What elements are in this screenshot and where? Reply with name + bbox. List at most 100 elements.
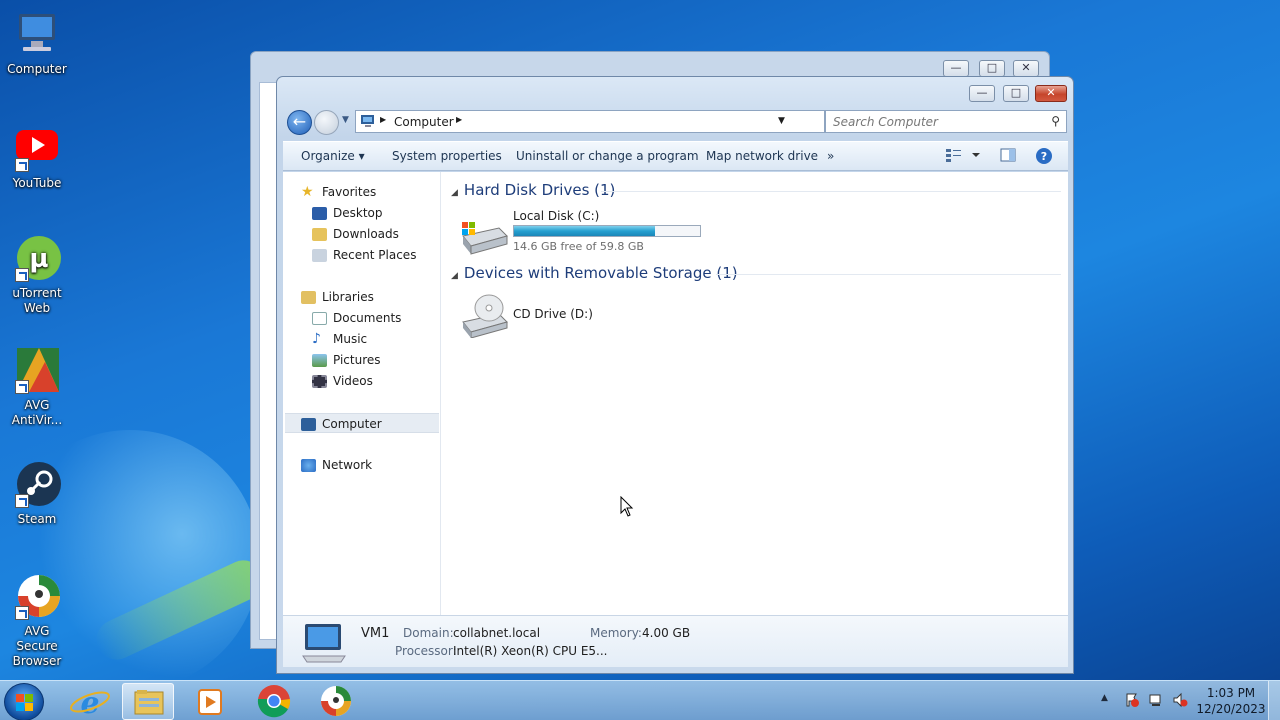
shortcut-arrow-icon	[15, 380, 29, 394]
avg-secure-browser-icon	[13, 572, 61, 620]
address-box[interactable]: ▶ Computer ▶ ▼ ⇆	[355, 110, 888, 133]
address-bar-row: ← ▼ ▶ Computer ▶ ▼ ⇆ Search Computer ⚲	[287, 109, 1067, 135]
organize-menu[interactable]: Organize ▾	[301, 149, 365, 163]
recent-places-icon	[312, 249, 327, 262]
show-desktop-button[interactable]	[1268, 681, 1280, 720]
uninstall-program-button[interactable]: Uninstall or change a program	[516, 149, 699, 163]
close-button[interactable]: ✕	[1035, 85, 1067, 102]
taskbar-internet-explorer[interactable]: e	[64, 683, 116, 720]
breadcrumb-chevron-icon[interactable]: ▶	[456, 115, 462, 124]
minimize-button[interactable]: —	[969, 85, 995, 102]
minimize-button[interactable]: —	[943, 60, 969, 77]
details-pane: VM1 Domain: collabnet.local Memory: 4.00…	[283, 615, 1068, 667]
preview-pane-button[interactable]	[1000, 148, 1016, 165]
folder-icon	[134, 690, 164, 715]
volume-muted-icon[interactable]	[1172, 692, 1188, 711]
drive-c-usage-bar	[513, 225, 701, 237]
nav-favorites[interactable]: ★ Favorites	[301, 182, 376, 202]
back-button[interactable]: ←	[287, 110, 312, 135]
nav-documents[interactable]: Documents	[312, 308, 401, 328]
system-clock[interactable]: 1:03 PM 12/20/2023	[1196, 685, 1266, 717]
navigation-pane: ★ Favorites Desktop Downloads Recent Plac…	[283, 172, 441, 615]
nav-computer[interactable]: Computer	[285, 413, 439, 433]
libraries-icon	[301, 291, 316, 304]
show-hidden-icons-button[interactable]: ▲	[1101, 693, 1108, 703]
arrow-left-icon: ←	[292, 112, 307, 131]
group-header-removable-storage[interactable]: ◢ Devices with Removable Storage (1)	[451, 264, 1061, 282]
group-header-hard-disk-drives[interactable]: ◢ Hard Disk Drives (1)	[451, 181, 1061, 199]
breadcrumb-computer[interactable]: Computer	[394, 115, 454, 129]
taskbar-avg-browser[interactable]	[310, 683, 362, 720]
start-button[interactable]	[4, 683, 44, 720]
forward-button[interactable]	[314, 110, 339, 135]
processor-label: Processor:	[395, 644, 457, 658]
nav-recent-places[interactable]: Recent Places	[312, 245, 416, 265]
nav-videos[interactable]: Videos	[312, 371, 373, 391]
explorer-window[interactable]: — □ ✕ ← ▼ ▶ Computer ▶ ▼ ⇆ Search Comput…	[276, 76, 1074, 674]
help-button[interactable]: ?	[1035, 147, 1053, 168]
view-options-icon	[946, 149, 980, 162]
memory-value: 4.00 GB	[642, 626, 691, 640]
desktop-icon	[312, 207, 327, 220]
search-icon[interactable]: ⚲	[1051, 114, 1060, 128]
hard-drive-windows-icon	[462, 222, 508, 255]
music-icon: ♪	[312, 331, 321, 347]
taskbar-windows-explorer[interactable]	[122, 683, 174, 720]
desktop-icon-label: Steam	[17, 512, 57, 526]
desktop-icon-label: AVG AntiVir...	[11, 398, 63, 427]
close-button[interactable]: ✕	[1013, 60, 1039, 77]
computer-large-icon	[302, 624, 346, 663]
taskbar-media-player[interactable]	[184, 683, 236, 720]
recent-pages-dropdown[interactable]: ▼	[342, 115, 349, 125]
star-icon: ★	[301, 184, 314, 200]
nav-libraries[interactable]: Libraries	[301, 287, 374, 307]
taskbar-chrome[interactable]	[248, 683, 300, 720]
drive-c[interactable]: Local Disk (C:) 14.6 GB free of 59.8 GB	[459, 208, 719, 258]
collapse-triangle-icon: ◢	[451, 188, 458, 198]
shortcut-arrow-icon	[15, 268, 29, 282]
shortcut-arrow-icon	[15, 158, 29, 172]
drive-d[interactable]: CD Drive (D:)	[459, 292, 659, 342]
svg-text:e: e	[80, 686, 99, 719]
map-network-drive-button[interactable]: Map network drive	[706, 149, 818, 163]
desktop-icon-avg-antivirus[interactable]: AVG AntiVir...	[2, 346, 72, 428]
content-area: ★ Favorites Desktop Downloads Recent Plac…	[283, 172, 1068, 615]
desktop-icon-avg-browser[interactable]: AVG Secure Browser	[2, 572, 72, 669]
nav-network[interactable]: Network	[301, 455, 372, 475]
desktop-icon-label: YouTube	[12, 176, 62, 190]
shortcut-arrow-icon	[15, 494, 29, 508]
nav-music[interactable]: ♪ Music	[312, 329, 367, 349]
desktop-icon-steam[interactable]: Steam	[2, 460, 72, 527]
desktop-icon-computer[interactable]: Computer	[2, 10, 72, 77]
address-dropdown-icon[interactable]: ▼	[778, 116, 785, 126]
computer-nav-icon	[301, 418, 316, 431]
group-divider	[601, 191, 1061, 192]
change-view-button[interactable]	[945, 147, 985, 166]
domain-label: Domain:	[403, 626, 454, 640]
action-center-icon[interactable]	[1124, 692, 1140, 711]
desktop-icon-label: Computer	[7, 62, 67, 76]
cd-drive-icon	[462, 294, 508, 338]
svg-text:µ: µ	[29, 244, 48, 274]
maximize-button[interactable]: □	[1003, 85, 1029, 102]
computer-small-icon	[360, 114, 376, 131]
search-input[interactable]: Search Computer ⚲	[825, 110, 1067, 133]
desktop-icon-youtube[interactable]: YouTube	[2, 124, 72, 191]
clock-time: 1:03 PM	[1206, 686, 1256, 700]
nav-pictures[interactable]: Pictures	[312, 350, 381, 370]
processor-value: Intel(R) Xeon(R) CPU E5...	[453, 644, 608, 658]
command-bar: Organize ▾ System properties Uninstall o…	[283, 141, 1068, 171]
nav-desktop[interactable]: Desktop	[312, 203, 383, 223]
maximize-button[interactable]: □	[979, 60, 1005, 77]
help-icon: ?	[1036, 148, 1052, 164]
mouse-cursor-icon	[620, 496, 634, 517]
documents-icon	[312, 312, 327, 325]
computer-name: VM1	[361, 626, 390, 641]
nav-downloads[interactable]: Downloads	[312, 224, 399, 244]
downloads-folder-icon	[312, 228, 327, 241]
desktop-icon-utorrent[interactable]: µ uTorrent Web	[2, 234, 72, 316]
system-properties-button[interactable]: System properties	[392, 149, 502, 163]
network-status-icon[interactable]	[1148, 692, 1164, 711]
more-commands-button[interactable]: »	[827, 149, 834, 163]
drive-c-free-space: 14.6 GB free of 59.8 GB	[513, 240, 644, 253]
